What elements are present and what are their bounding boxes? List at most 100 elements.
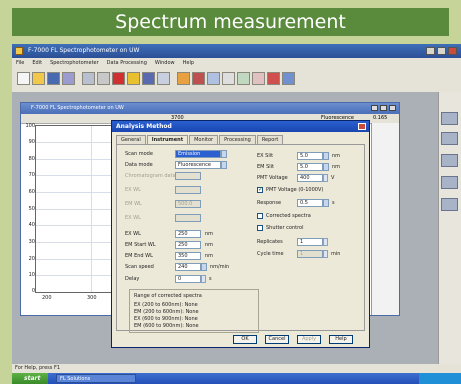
shutter-control-checkbox[interactable] [257,225,263,231]
menu-spectrophotometer[interactable]: Spectrophotometer [50,58,99,68]
method-icon[interactable] [82,72,95,85]
menu-data-processing[interactable]: Data Processing [107,58,147,68]
delay-stepper[interactable] [201,275,206,283]
em-start-wl-field[interactable]: 250 [175,241,201,249]
apply-button[interactable]: Apply [297,335,321,344]
ex-wl-field[interactable]: 250 [175,230,201,238]
scan-mode-select[interactable]: Emission [175,150,221,158]
dialog-close-button[interactable] [358,123,366,130]
monitor-icon[interactable] [157,72,170,85]
pmt-voltage-field[interactable]: 400 [297,174,323,182]
em-end-wl-label: EM End WL [125,253,153,259]
pmt-voltage-stepper[interactable] [323,174,328,182]
tab-instrument[interactable]: Instrument [146,135,189,144]
chevron-down-icon[interactable] [323,152,329,160]
sample-icon[interactable] [97,72,110,85]
stop-icon[interactable] [267,72,280,85]
y-tick: 60 [28,189,35,195]
autozero-icon[interactable] [237,72,250,85]
y-tick: 100 [25,123,35,129]
y-tick: 20 [28,256,35,262]
print-icon[interactable] [62,72,75,85]
menu-bar: File Edit Spectrophotometer Data Process… [12,58,461,68]
chevron-down-icon[interactable] [323,199,329,207]
maximize-button[interactable] [437,47,446,55]
chevron-down-icon[interactable] [221,161,227,169]
replicates-field[interactable]: 1 [297,238,323,246]
context-help-icon[interactable] [142,72,155,85]
start-icon[interactable] [252,72,265,85]
scan-speed-select[interactable]: 240 [175,263,201,271]
em-end-wl-field[interactable]: 350 [175,252,201,260]
taskbar-item[interactable]: FL Solutions [56,374,136,383]
spectrum-window-title: F-7000 FL Spectrophotometer on UW [21,103,399,114]
pmt-voltage-check-label: PMT Voltage (0-1000V) [266,187,324,193]
response-select[interactable]: 0.5 [297,199,323,207]
em-slit-unit: nm [332,164,341,170]
baseline-icon[interactable] [222,72,235,85]
measure-icon[interactable] [112,72,125,85]
open-icon[interactable] [32,72,45,85]
x-tick: 200 [42,295,52,301]
analysis-method-dialog[interactable]: Analysis Method General Instrument Monit… [111,120,370,348]
tab-report[interactable]: Report [256,135,284,144]
child-close-button[interactable] [389,105,396,111]
side-tool-icon[interactable] [441,112,458,125]
status-bar: For Help, press F1 [12,364,461,373]
ex-wl-top-label: EX WL [125,187,141,193]
minimize-button[interactable] [426,47,435,55]
replicates-stepper[interactable] [323,238,328,246]
tab-monitor[interactable]: Monitor [189,135,219,144]
chevron-down-icon[interactable] [221,150,227,158]
tab-processing[interactable]: Processing [219,135,256,144]
menu-help[interactable]: Help [183,58,194,68]
shutter-control-label: Shutter control [266,225,304,231]
help-button[interactable]: Help [329,335,353,344]
menu-file[interactable]: File [16,58,24,68]
chevron-down-icon[interactable] [201,263,207,271]
dialog-title: Analysis Method [116,123,172,130]
pmt-voltage-checkbox[interactable]: ✓ [257,187,263,193]
ex-slit-unit: nm [332,153,341,159]
window-controls [426,47,457,55]
side-tool-icon[interactable] [441,132,458,145]
scan-mode-label: Scan mode [125,151,153,157]
wl-icon[interactable] [177,72,190,85]
data-mode-select[interactable]: Fluorescence [175,161,221,169]
side-tool-icon[interactable] [441,154,458,167]
em-slit-label: EM Slit [257,164,274,170]
close-button[interactable] [448,47,457,55]
help-icon[interactable] [127,72,140,85]
em-end-wl-unit: nm [205,253,214,259]
dialog-tabs: General Instrument Monitor Processing Re… [116,135,284,144]
ex-slit-select[interactable]: 5.0 [297,152,323,160]
tab-general[interactable]: General [116,135,146,144]
ok-button[interactable]: OK [233,335,257,344]
new-icon[interactable] [17,72,30,85]
corrected-spectra-checkbox[interactable] [257,213,263,219]
child-minimize-button[interactable] [371,105,378,111]
cancel-button[interactable]: Cancel [265,335,289,344]
save-icon[interactable] [47,72,60,85]
range-line: EM (200 to 600nm): None [134,309,199,315]
chevron-down-icon[interactable] [323,163,329,171]
child-maximize-button[interactable] [380,105,387,111]
em-slit-select[interactable]: 5.0 [297,163,323,171]
side-tool-icon[interactable] [441,176,458,189]
range-line: EX (600 to 900nm): None [134,316,198,322]
cycle-time-unit: min [331,251,341,257]
delay-field[interactable]: 0 [175,275,201,283]
start-button[interactable]: start [12,373,48,384]
spectrum-window-controls [371,105,396,111]
ex-wl-top-field [175,186,201,194]
y-tick: 40 [28,222,35,228]
cycle-time-label: Cycle time [257,251,284,257]
chromatogram-label: Chromatogram data [125,173,176,179]
chart-icon[interactable] [192,72,205,85]
report-icon[interactable] [282,72,295,85]
menu-window[interactable]: Window [155,58,175,68]
menu-edit[interactable]: Edit [32,58,42,68]
spectrum-window-title-text: F-7000 FL Spectrophotometer on UW [31,105,124,111]
spectrum-icon[interactable] [207,72,220,85]
side-tool-icon[interactable] [441,198,458,211]
